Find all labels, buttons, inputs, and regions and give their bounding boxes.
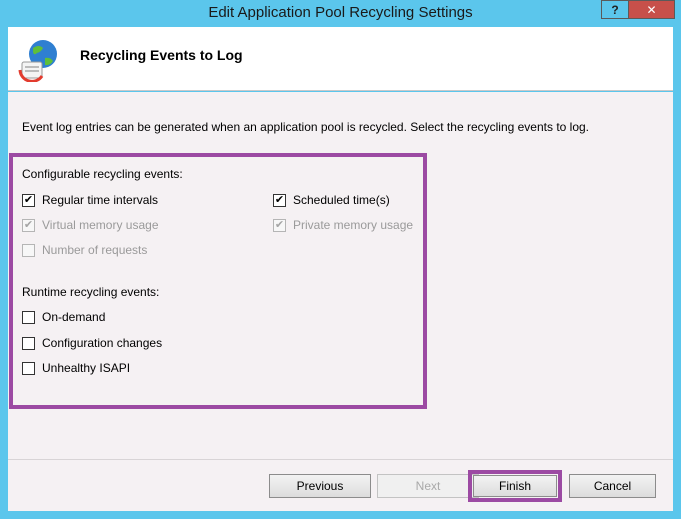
checkbox-unchecked — [22, 361, 35, 375]
number-of-requests-checkbox: Number of requests — [22, 243, 147, 257]
configuration-changes-checkbox[interactable]: Configuration changes — [22, 336, 162, 350]
private-memory-usage-checkbox: ✔ Private memory usage — [273, 218, 414, 232]
checkbox-checked: ✔ — [273, 193, 286, 207]
next-button: Next — [377, 474, 479, 498]
checkbox-unchecked-disabled — [22, 243, 35, 257]
dialog-window: Edit Application Pool Recycling Settings… — [0, 0, 681, 519]
scheduled-times-checkbox[interactable]: ✔ Scheduled time(s) — [273, 193, 390, 207]
unhealthy-isapi-checkbox[interactable]: Unhealthy ISAPI — [22, 361, 130, 375]
events-highlight-box: Configurable recycling events: ✔ Regular… — [9, 153, 427, 409]
checkbox-unchecked — [22, 336, 35, 350]
on-demand-checkbox[interactable]: On-demand — [22, 310, 105, 324]
regular-time-intervals-checkbox[interactable]: ✔ Regular time intervals — [22, 193, 158, 207]
close-button[interactable]: ✕ — [628, 0, 675, 19]
configurable-events-label: Configurable recycling events: — [22, 167, 183, 181]
checkbox-checked: ✔ — [22, 193, 35, 207]
finish-button[interactable]: Finish — [473, 475, 557, 497]
checkbox-checked-disabled: ✔ — [273, 218, 286, 232]
description-text: Event log entries can be generated when … — [22, 120, 590, 134]
page-title: Recycling Events to Log — [80, 47, 243, 63]
cancel-button[interactable]: Cancel — [569, 474, 656, 498]
help-button[interactable]: ? — [601, 0, 628, 19]
globe-recycle-icon — [18, 40, 57, 82]
previous-button[interactable]: Previous — [269, 474, 371, 498]
window-title: Edit Application Pool Recycling Settings — [208, 4, 473, 21]
checkbox-checked-disabled: ✔ — [22, 218, 35, 232]
content-panel: Event log entries can be generated when … — [8, 92, 673, 459]
runtime-events-label: Runtime recycling events: — [22, 285, 160, 299]
title-bar[interactable]: Edit Application Pool Recycling Settings… — [0, 0, 681, 26]
virtual-memory-usage-checkbox: ✔ Virtual memory usage — [22, 218, 159, 232]
button-bar: Previous Next Finish Cancel — [8, 459, 673, 511]
checkbox-unchecked — [22, 310, 35, 324]
header-panel: Recycling Events to Log — [8, 27, 673, 91]
